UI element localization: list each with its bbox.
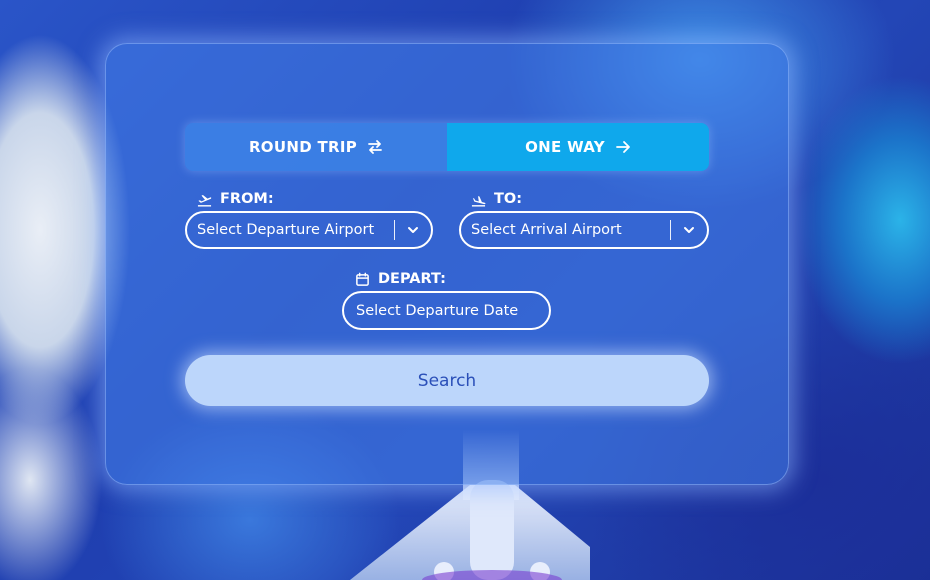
- departure-airport-select[interactable]: Select Departure Airport: [185, 211, 433, 249]
- arrival-airport-placeholder: Select Arrival Airport: [471, 222, 622, 238]
- swap-arrows-icon: [368, 140, 382, 154]
- to-label-text: TO:: [494, 191, 523, 207]
- round-trip-button[interactable]: ROUND TRIP: [185, 123, 447, 171]
- to-label: TO:: [471, 191, 522, 207]
- one-way-button[interactable]: ONE WAY: [447, 123, 709, 171]
- from-label: FROM:: [197, 191, 274, 207]
- depart-label-text: DEPART:: [378, 271, 446, 287]
- plane-landing-icon: [471, 195, 486, 207]
- trip-type-toggle: ROUND TRIP ONE WAY: [185, 123, 709, 171]
- arrival-airport-select[interactable]: Select Arrival Airport: [459, 211, 709, 249]
- arrival-dropdown-toggle[interactable]: [671, 223, 707, 237]
- departure-airport-placeholder: Select Departure Airport: [197, 222, 375, 238]
- calendar-icon: [356, 272, 369, 286]
- plane-takeoff-icon: [197, 194, 212, 207]
- round-trip-label: ROUND TRIP: [248, 138, 358, 156]
- one-way-label: ONE WAY: [525, 138, 605, 156]
- search-button[interactable]: Search: [185, 355, 709, 406]
- depart-label: DEPART:: [355, 271, 446, 287]
- departure-date-input[interactable]: Select Departure Date: [342, 291, 551, 330]
- search-button-label: Search: [417, 370, 477, 391]
- arrow-right-icon: [615, 141, 630, 153]
- chevron-down-icon: [684, 227, 694, 233]
- departure-date-placeholder: Select Departure Date: [356, 302, 519, 319]
- flight-search-card: [105, 43, 789, 485]
- chevron-down-icon: [408, 227, 418, 233]
- departure-dropdown-toggle[interactable]: [395, 223, 431, 237]
- from-label-text: FROM:: [220, 191, 274, 207]
